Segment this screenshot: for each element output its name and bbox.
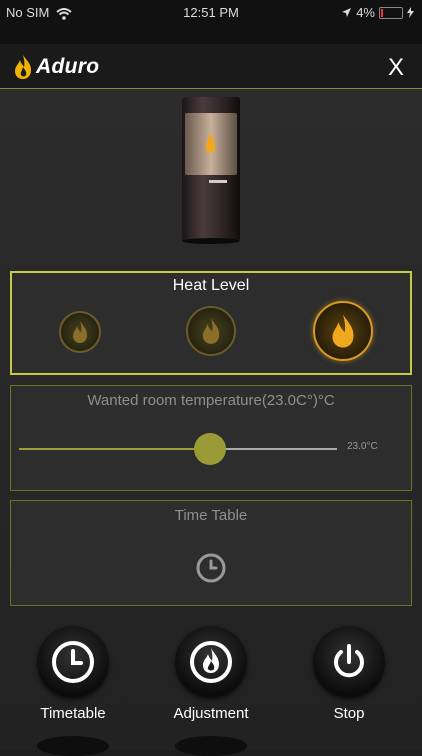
- temperature-title: Wanted room temperature(23.0C°)°C: [87, 392, 335, 409]
- stove-image: [182, 97, 240, 244]
- time-table-title: Time Table: [174, 507, 248, 524]
- heat-level-2-button[interactable]: [186, 306, 236, 356]
- brand-name: Aduro: [36, 55, 100, 78]
- close-button[interactable]: X: [388, 54, 404, 82]
- status-right: 4%: [341, 5, 414, 20]
- time-table-panel: Time Table: [10, 500, 412, 606]
- logo-flame-icon: [15, 55, 31, 79]
- flame-icon: [332, 314, 354, 348]
- brand-logo: Aduro: [12, 54, 99, 80]
- heat-level-1-button[interactable]: [59, 311, 101, 353]
- temperature-slider-thumb[interactable]: [193, 433, 226, 465]
- heat-level-title: Heat Level: [172, 277, 250, 294]
- app-header: Aduro X: [0, 44, 422, 89]
- flame-icon: [190, 641, 232, 683]
- clock-icon: [52, 641, 94, 683]
- battery-percent: 4%: [356, 5, 375, 20]
- location-arrow-icon: [342, 8, 352, 17]
- clock-icon[interactable]: [195, 552, 227, 584]
- flame-icon: [73, 321, 87, 343]
- timetable-button[interactable]: [37, 626, 109, 698]
- temperature-panel: Wanted room temperature(23.0C°)°C 23.0°C: [10, 385, 412, 491]
- heat-level-panel: Heat Level: [10, 271, 412, 375]
- status-bar: No SIM 12:51 PM 4%: [0, 0, 422, 44]
- power-icon: [334, 644, 364, 678]
- stop-button[interactable]: [313, 626, 385, 698]
- stop-label[interactable]: Stop: [294, 705, 404, 722]
- charging-icon: [407, 7, 414, 18]
- flame-icon: [202, 318, 220, 344]
- heat-level-3-button[interactable]: [313, 301, 373, 361]
- adjustment-label[interactable]: Adjustment: [156, 705, 266, 722]
- temperature-slider-fill: [19, 448, 210, 450]
- next-row-button-center[interactable]: [175, 736, 247, 756]
- adjustment-button[interactable]: [175, 626, 247, 698]
- temperature-value: 23.0°C: [347, 441, 378, 452]
- timetable-label[interactable]: Timetable: [18, 705, 128, 722]
- battery-icon: [379, 6, 403, 19]
- temperature-slider-track[interactable]: [19, 448, 337, 450]
- next-row-button-left[interactable]: [37, 736, 109, 756]
